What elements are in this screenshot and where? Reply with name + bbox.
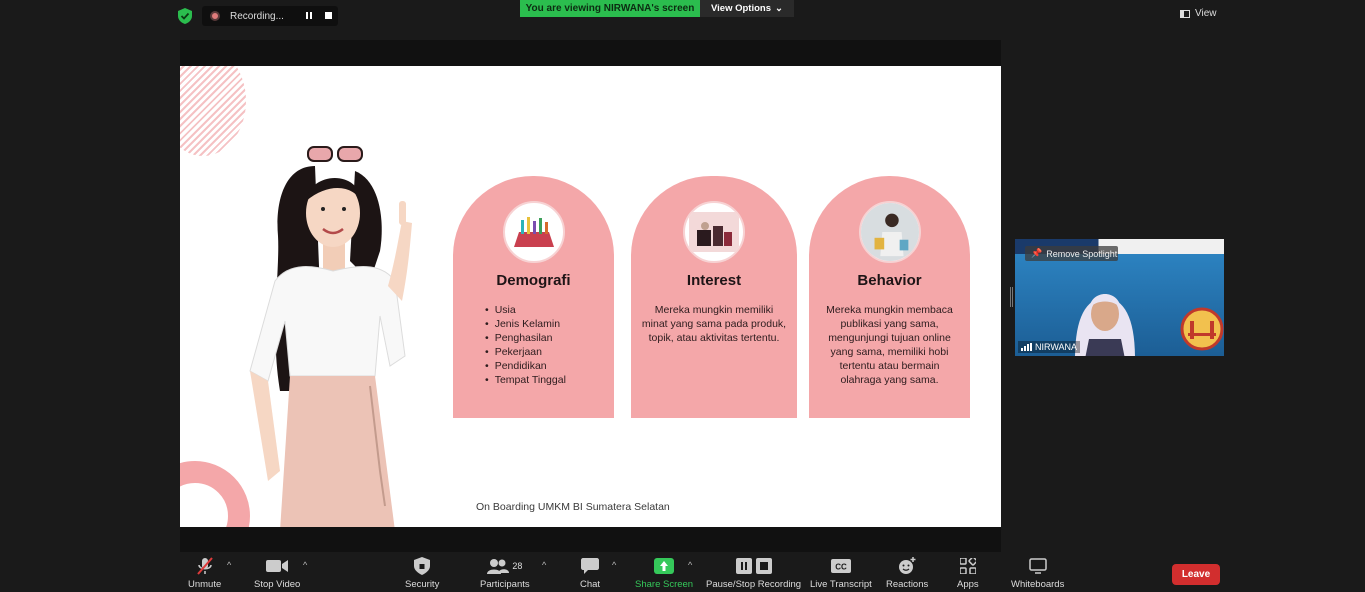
stop-recording-icon[interactable] [325,12,332,19]
demografi-image [502,201,565,263]
behavior-image [858,201,921,263]
demografi-title: Demografi [496,272,571,289]
crowd-figures-icon [513,217,554,247]
demografi-card: Demografi Usia Jenis Kelamin Penghasilan… [453,176,614,418]
list-item: Pendidikan [485,359,566,373]
pause-stop-recording-label: Pause/Stop Recording [706,579,802,590]
live-transcript-button[interactable]: CC Live Transcript [810,556,872,590]
slide-footer: On Boarding UMKM BI Sumatera Selatan [476,501,670,513]
security-shield-icon [414,556,431,576]
bridge-logo [1180,307,1224,351]
whiteboards-label: Whiteboards [1011,579,1065,590]
pause-stop-icon [735,556,772,576]
video-camera-icon [266,556,289,576]
participant-name-tag: NIRWANA [1018,341,1081,353]
woman-illustration [249,146,412,527]
apps-button[interactable]: Apps [957,556,979,590]
chat-button[interactable]: Chat [580,556,600,590]
pause-recording-icon[interactable] [306,12,312,19]
leave-button[interactable]: Leave [1172,564,1220,585]
signal-strength-icon [1021,343,1032,351]
share-screen-button[interactable]: Share Screen [635,556,693,590]
chat-bubble-icon [581,556,600,576]
behavior-card: Behavior Mereka mungkin membaca publikas… [809,176,970,418]
list-item: Usia [485,303,566,317]
live-transcript-label: Live Transcript [810,579,872,590]
video-options-chevron-icon[interactable]: ^ [303,560,307,570]
participants-count: 28 [512,561,523,571]
microphone-muted-icon [196,556,214,576]
share-screen-icon [654,556,675,576]
svg-text:CC: CC [835,563,847,572]
behavior-description: Mereka mungkin membaca publikasi yang sa… [826,304,953,386]
whiteboard-icon [1028,556,1047,576]
security-button[interactable]: Security [405,556,439,590]
remove-spotlight-label: Remove Spotlight [1046,248,1118,259]
interest-title: Interest [686,272,742,289]
list-item: Penghasilan [485,331,566,345]
audio-options-chevron-icon[interactable]: ^ [227,560,231,570]
participants-label: Participants [480,579,530,590]
pause-stop-recording-button[interactable]: Pause/Stop Recording [706,556,801,590]
unmute-label: Unmute [188,579,222,590]
unmute-button[interactable]: Unmute [188,556,221,590]
share-options-chevron-icon[interactable]: ^ [688,560,692,570]
gallery-view-icon [1180,9,1190,18]
shopper-icon [860,203,919,261]
view-options-button[interactable]: View Options ⌄ [700,0,794,17]
remove-spotlight-button[interactable]: 📌 Remove Spotlight [1025,246,1118,261]
participants-button[interactable]: 28 Participants [480,556,530,590]
viewing-screen-banner: You are viewing NIRWANA's screen [520,0,700,17]
chevron-down-icon: ⌄ [775,3,783,14]
panel-resize-handle[interactable] [1010,287,1013,307]
recording-label: Recording... [230,10,284,22]
smiley-reaction-icon [898,556,916,576]
recording-dot-icon [210,11,220,21]
apps-grid-icon [959,556,976,576]
participants-options-chevron-icon[interactable]: ^ [542,560,546,570]
security-label: Security [405,579,440,590]
products-icon [689,212,739,252]
view-label: View [1195,8,1217,19]
presentation-slide: Demografi Usia Jenis Kelamin Penghasilan… [180,66,1001,527]
list-item: Tempat Tinggal [485,373,566,387]
zoom-meeting-window: Recording... You are viewing NIRWANA's s… [0,0,1365,592]
demografi-list: Usia Jenis Kelamin Penghasilan Pekerjaan… [485,303,566,387]
interest-card: Interest Mereka mungkin memiliki minat y… [631,176,797,418]
participants-icon: 28 [487,556,522,576]
shield-check-icon[interactable] [178,8,192,24]
behavior-title: Behavior [857,272,922,289]
interest-image [683,201,745,263]
participant-name: NIRWANA [1035,342,1078,352]
closed-caption-icon: CC [830,556,851,576]
interest-description: Mereka mungkin memiliki minat yang sama … [641,304,787,344]
stop-video-label: Stop Video [254,579,301,590]
recording-indicator: Recording... [202,6,338,26]
list-item: Jenis Kelamin [485,317,566,331]
reactions-button[interactable]: Reactions [886,556,928,590]
chat-options-chevron-icon[interactable]: ^ [612,560,616,570]
pin-icon: 📌 [1031,248,1043,258]
stop-video-button[interactable]: Stop Video [254,556,300,590]
view-options-label: View Options [711,3,772,14]
view-button[interactable]: View [1180,8,1217,19]
participant-video-tile[interactable]: 📌 Remove Spotlight NIRWANA [1015,239,1224,356]
share-screen-label: Share Screen [635,579,694,590]
reactions-label: Reactions [886,579,929,590]
list-item: Pekerjaan [485,345,566,359]
chat-label: Chat [580,579,601,590]
whiteboards-button[interactable]: Whiteboards [1011,556,1064,590]
apps-label: Apps [957,579,979,590]
meeting-toolbar: Unmute ^ Stop Video ^ Security 28 Partic… [0,552,1365,592]
